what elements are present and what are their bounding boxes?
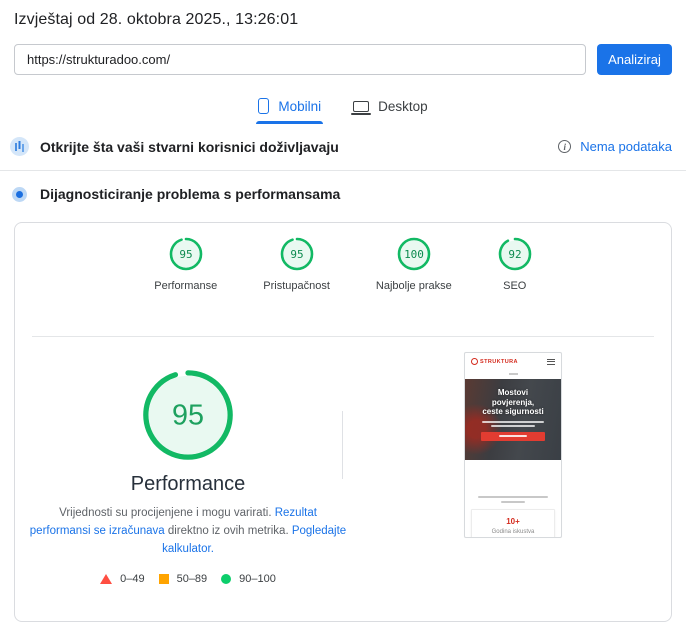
performanse-gauge-icon: 95 — [169, 237, 203, 271]
tab-mobile-label: Mobilni — [278, 98, 322, 114]
svg-text:95: 95 — [172, 400, 204, 432]
gauge-najbolje-prakse[interactable]: 100 Najbolje prakse — [376, 237, 452, 292]
preview-stat-value: 10+ — [506, 517, 520, 526]
performance-title: Performance — [130, 473, 246, 495]
performance-gauge-icon: 95 — [143, 370, 233, 460]
hero-line: ceste sigurnosti — [482, 407, 544, 417]
gauge-seo[interactable]: 92 SEO — [498, 237, 532, 292]
site-screenshot-preview[interactable]: STRUKTURA Mostovi povjerenja, ceste sigu… — [464, 352, 562, 538]
gauge-performanse[interactable]: 95 Performanse — [154, 237, 217, 292]
performance-summary: 95 Performance Vrijednosti su procijenje… — [15, 353, 361, 585]
score-gauges: 95 Performanse 95 Pristupačnost 100 Najb… — [15, 237, 671, 292]
preview-logo: STRUKTURA — [471, 358, 518, 365]
preview-hero-title: Mostovi povjerenja, ceste sigurnosti — [465, 388, 561, 417]
struktura-logo-icon — [471, 358, 478, 365]
gauge-label: Najbolje prakse — [375, 280, 452, 292]
preview-body-text — [478, 496, 548, 503]
real-users-icon — [10, 137, 29, 156]
field-data-section-row: Otkrijte šta vaši stvarni korisnici doži… — [10, 137, 672, 156]
vertical-divider — [342, 411, 343, 479]
average-square-icon — [158, 574, 169, 585]
info-icon: i — [558, 140, 572, 153]
svg-text:100: 100 — [404, 248, 424, 261]
note-text: direktno iz ovih metrika. — [164, 524, 292, 537]
report-card: 95 Performanse 95 Pristupačnost 100 Najb… — [14, 222, 672, 622]
legend-range: 0–49 — [120, 573, 145, 586]
legend-range: 90–100 — [239, 573, 276, 586]
fail-triangle-icon — [100, 574, 113, 585]
preview-brand: STRUKTURA — [480, 358, 518, 365]
preview-cta-button — [481, 431, 545, 441]
url-input[interactable] — [14, 44, 586, 75]
gauge-pristupacnost[interactable]: 95 Pristupačnost — [263, 237, 330, 292]
phone-icon — [258, 98, 270, 114]
field-section-title: Otkrijte šta vaši stvarni korisnici doži… — [40, 138, 339, 155]
preview-hero-subtext — [482, 420, 544, 427]
analyze-button[interactable]: Analiziraj — [597, 44, 672, 75]
gauge-label: Pristupačnost — [263, 280, 330, 292]
najbolje-prakse-gauge-icon: 100 — [397, 237, 431, 271]
page-title: Izvještaj od 28. oktobra 2025., 13:26:01 — [14, 11, 299, 28]
seo-gauge-icon: 92 — [498, 237, 532, 271]
hamburger-icon — [547, 358, 555, 365]
legend-average: 50–89 — [158, 573, 208, 586]
tab-desktop-label: Desktop — [378, 98, 428, 114]
preview-stat-card: 10+ Godina iskustva — [471, 509, 555, 537]
diagnostics-section-row: Dijagnosticiranje problema s performansa… — [10, 186, 672, 202]
pass-circle-icon — [221, 574, 232, 585]
svg-text:92: 92 — [508, 248, 521, 261]
preview-hero: Mostovi povjerenja, ceste sigurnosti — [465, 379, 561, 460]
legend-fail: 0–49 — [100, 573, 145, 586]
section-divider — [0, 170, 686, 171]
no-data-label: Nema podataka — [580, 139, 672, 154]
gauge-label: Performanse — [154, 280, 218, 292]
note-text: Vrijednosti su procijenjene i mogu varir… — [59, 507, 275, 519]
preview-nav-placeholder — [508, 373, 518, 375]
hero-line: povjerenja, — [491, 397, 535, 407]
score-legend: 0–49 50–89 90–100 — [15, 573, 361, 585]
svg-text:95: 95 — [179, 248, 192, 261]
preview-header: STRUKTURA — [465, 353, 561, 370]
tab-mobile[interactable]: Mobilni — [256, 94, 323, 124]
pristupacnost-gauge-icon: 95 — [280, 237, 313, 271]
preview-stat-label: Godina iskustva — [491, 529, 535, 535]
svg-text:95: 95 — [290, 248, 303, 261]
diagnostics-section-title: Dijagnosticiranje problema s performansa… — [40, 186, 341, 202]
no-data-link[interactable]: i Nema podataka — [558, 139, 672, 154]
tab-desktop[interactable]: Desktop — [351, 94, 430, 124]
hero-line: Mostovi — [497, 388, 529, 397]
device-tabs: Mobilni Desktop — [0, 94, 686, 124]
gauge-label: SEO — [503, 280, 527, 292]
legend-range: 50–89 — [176, 573, 208, 586]
legend-pass: 90–100 — [221, 573, 276, 585]
diagnostics-icon — [12, 186, 27, 202]
performance-note: Vrijednosti su procijenjene i mogu varir… — [29, 505, 347, 558]
card-divider — [32, 336, 654, 337]
laptop-icon — [351, 100, 372, 115]
